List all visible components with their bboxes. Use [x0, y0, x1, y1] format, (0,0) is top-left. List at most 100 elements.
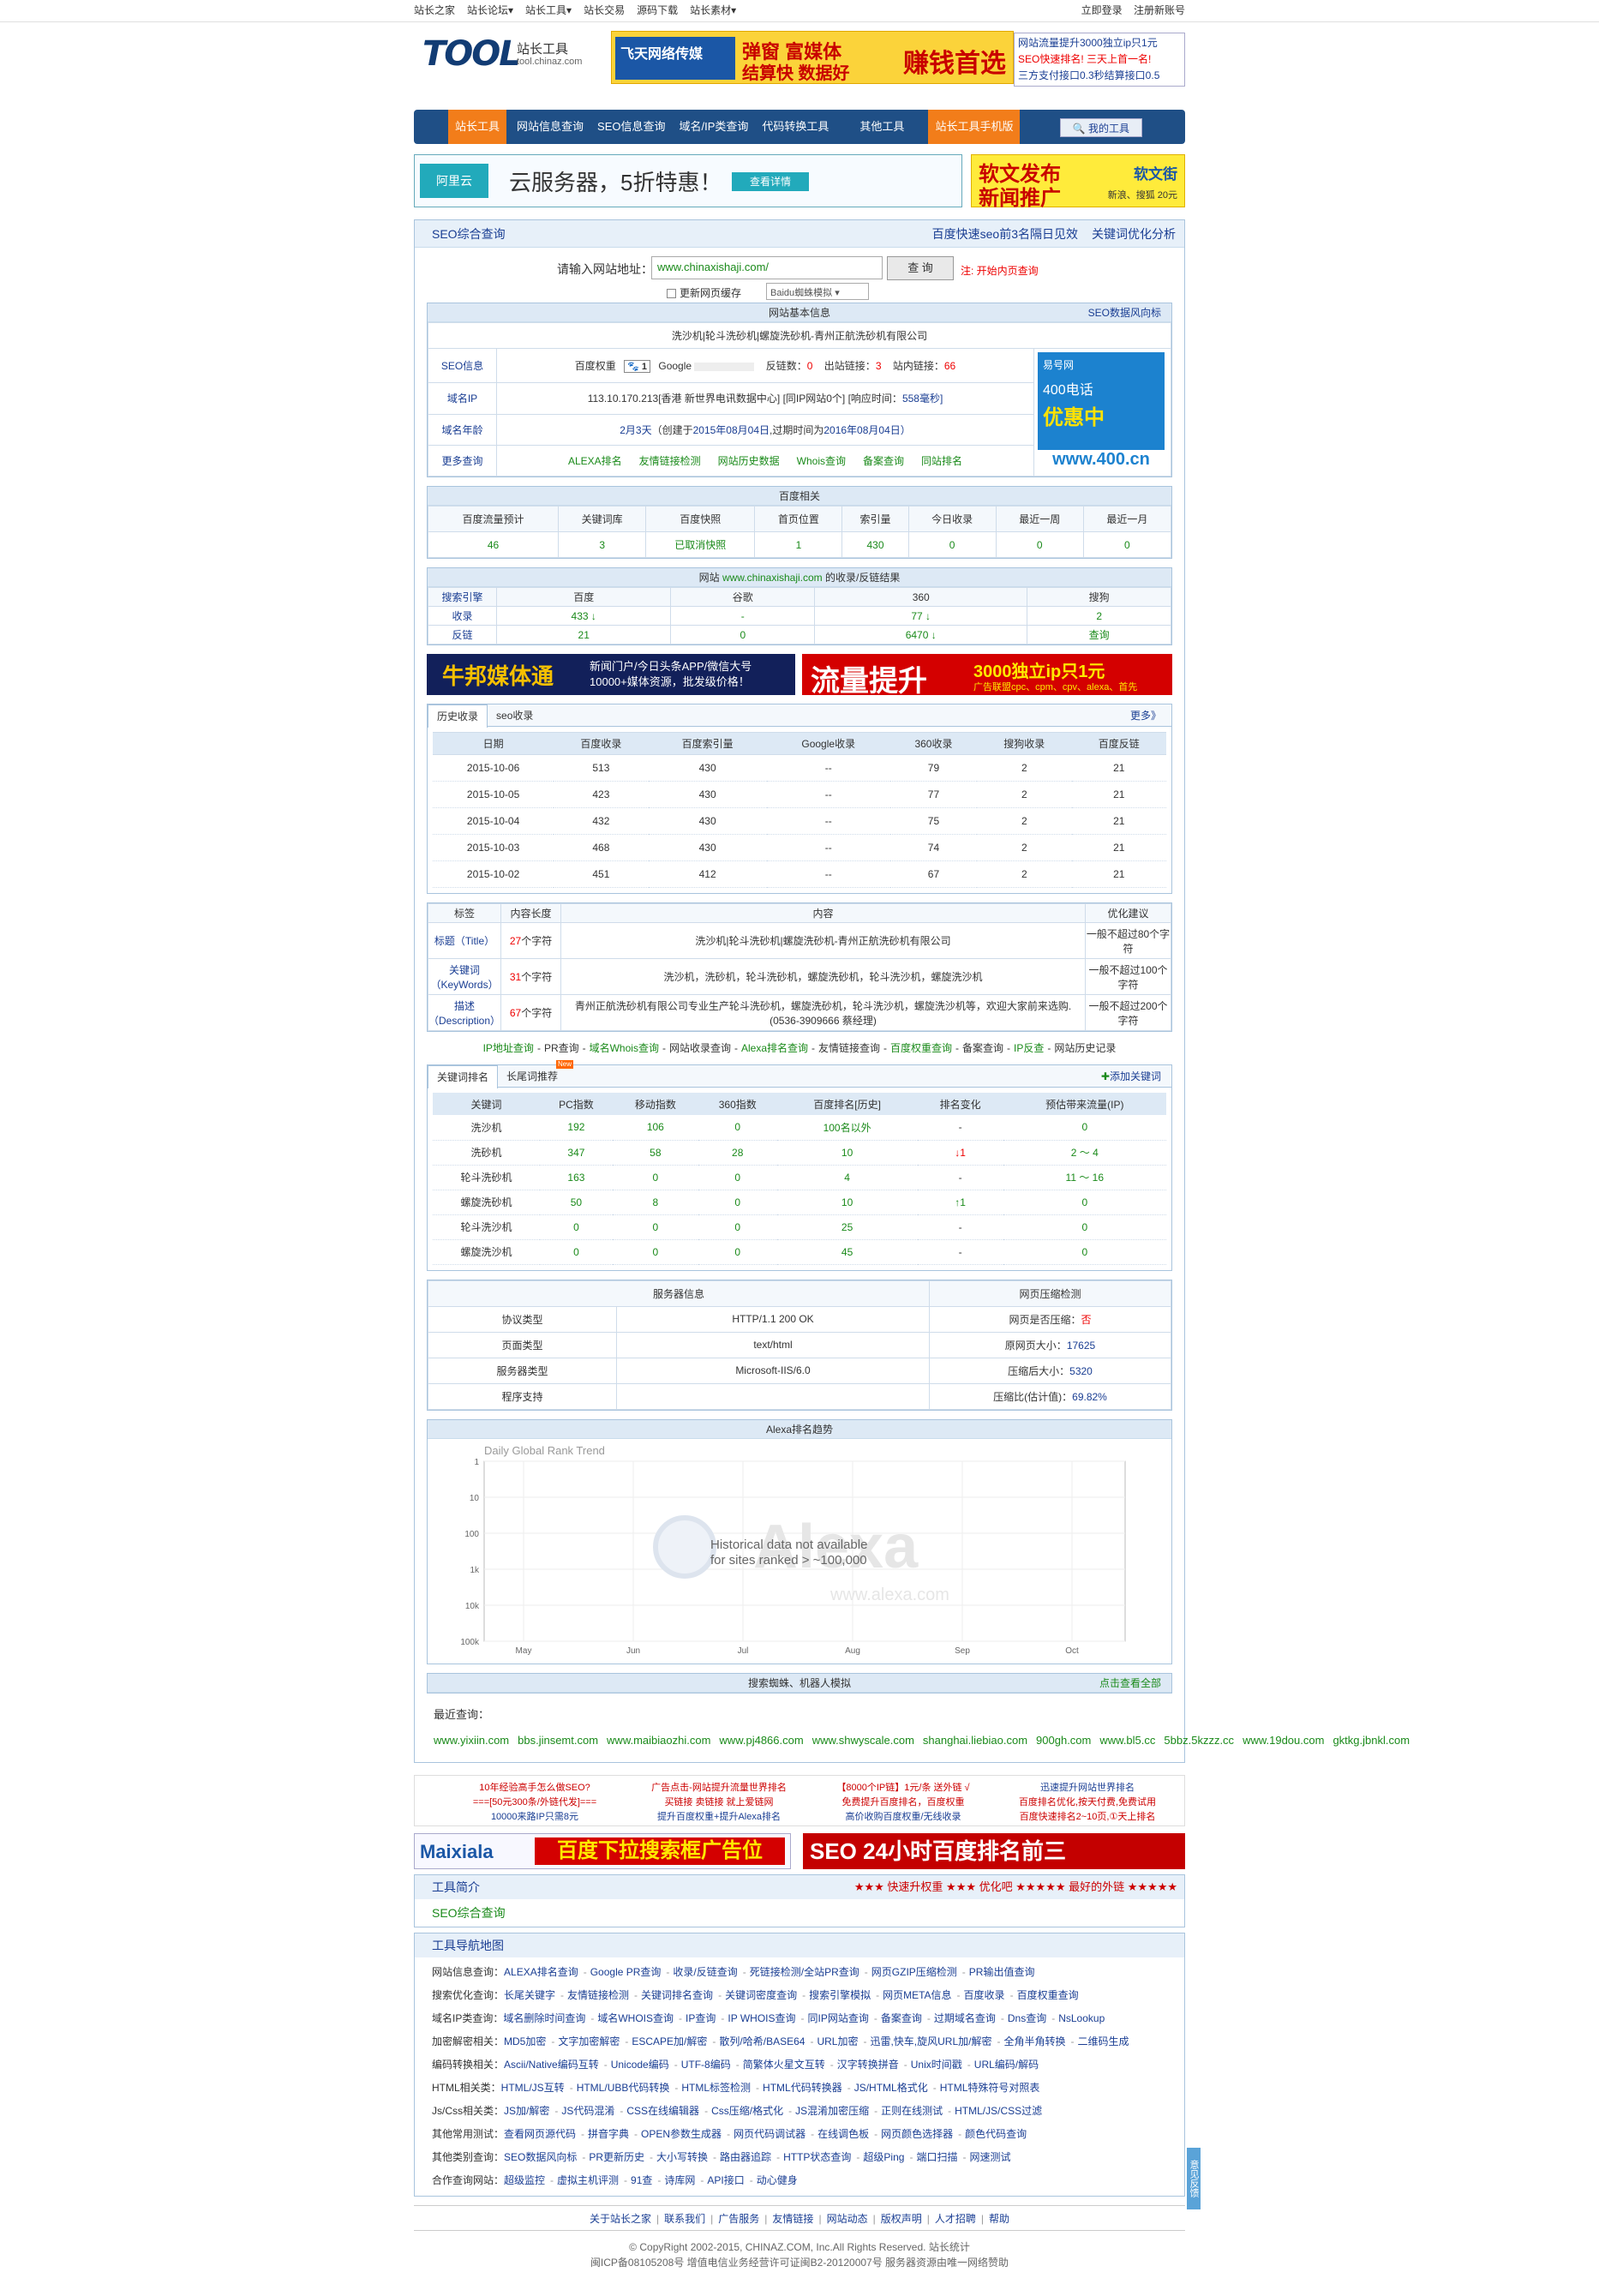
sitemap-link[interactable]: 二维码生成 [1078, 2035, 1129, 2047]
sitemap-link[interactable]: UTF-8编码 [681, 2059, 731, 2071]
sitemap-link[interactable]: 关键词密度查询 [725, 1989, 797, 2001]
site-logo[interactable]: TOOL 站长工具 tool.chinaz.com [422, 34, 594, 74]
top-link[interactable]: 站长之家 [414, 4, 455, 16]
nav-item[interactable]: 网站信息查询 [510, 110, 590, 144]
sitemap-link[interactable]: 域名WHOIS查询 [597, 2012, 674, 2024]
sitemap-link[interactable]: 端口扫描 [916, 2151, 957, 2163]
text-ad-link[interactable]: 提升百度权重+提升Alexa排名 [625, 1810, 813, 1825]
hot-link[interactable]: SEO快速排名! 三天上首一名! [1018, 51, 1181, 68]
sitemap-link[interactable]: 颜色代码查询 [965, 2128, 1027, 2140]
baidu-value[interactable]: 430 [841, 531, 909, 558]
footer-link[interactable]: 广告服务 [718, 2213, 759, 2225]
index-value[interactable]: 6470 ↓ [814, 625, 1028, 644]
sitemap-link[interactable]: 汉字转换拼音 [837, 2059, 899, 2071]
sitemap-link[interactable]: Css压缩/格式化 [711, 2105, 783, 2117]
sitemap-link[interactable]: 长尾关键字 [504, 1989, 555, 2001]
hot-link[interactable]: 网站流量提升3000独立ip只1元 [1018, 35, 1181, 51]
sitemap-link[interactable]: 搜索引擎模拟 [809, 1989, 871, 2001]
sitemap-link[interactable]: 诗库网 [664, 2174, 695, 2186]
nav-item[interactable]: 代码转换工具 [755, 110, 835, 144]
sitemap-link[interactable]: 网速测试 [969, 2151, 1010, 2163]
sitemap-link[interactable]: 备案查询 [881, 2012, 922, 2024]
sitemap-link[interactable]: 散列/哈希/BASE64 [719, 2035, 805, 2047]
tab-keyword-rank[interactable]: 关键词排名 [428, 1065, 499, 1088]
recent-query-link[interactable]: www.bl5.cc [1099, 1734, 1155, 1747]
top-link[interactable]: 源码下载 [637, 4, 678, 16]
sitemap-link[interactable]: IP查询 [686, 2012, 716, 2024]
quick-link[interactable]: 网站收录查询 [669, 1042, 731, 1054]
footer-link[interactable]: 网站动态 [827, 2213, 868, 2225]
quick-link[interactable]: 备案查询 [962, 1042, 1003, 1054]
sitemap-link[interactable]: OPEN参数生成器 [641, 2128, 722, 2140]
kw-value[interactable]: 10 [776, 1140, 918, 1166]
sitemap-link[interactable]: HTTP状态查询 [783, 2151, 851, 2163]
sitemap-link[interactable]: URL加密 [817, 2035, 858, 2047]
index-value[interactable]: 查询 [1027, 625, 1171, 644]
sitemap-link[interactable]: 友情链接检测 [567, 1989, 629, 2001]
recent-query-link[interactable]: www.shwyscale.com [812, 1734, 914, 1747]
keyword[interactable]: 轮斗洗沙机 [433, 1214, 541, 1240]
sitemap-link[interactable]: 百度收录 [964, 1989, 1005, 2001]
text-ad-link[interactable]: 百度快速排名2~10页,①天上排名 [993, 1810, 1182, 1825]
sitemap-link[interactable]: 超级Ping [863, 2151, 904, 2163]
hot-link[interactable]: 三方支付接口0.3秒结算接口0.5 [1018, 68, 1181, 84]
recent-query-link[interactable]: gktkg.jbnkl.com [1332, 1734, 1410, 1747]
ad-detail-button[interactable]: 查看详情 [732, 172, 809, 191]
query-button[interactable]: 查 询 [887, 256, 954, 280]
sitemap-link[interactable]: 超级监控 [504, 2174, 545, 2186]
top-link[interactable]: 站长素材▾ [690, 4, 736, 16]
keyword[interactable]: 轮斗洗砂机 [433, 1165, 541, 1190]
quick-link[interactable]: 域名Whois查询 [590, 1042, 659, 1054]
quick-link[interactable]: 友情链接查询 [818, 1042, 880, 1054]
tab-longtail[interactable]: 长尾词推荐 New [498, 1060, 574, 1088]
index-value[interactable]: 77 ↓ [814, 606, 1028, 626]
sitemap-link[interactable]: JS混淆加密压缩 [795, 2105, 869, 2117]
baidu-value[interactable]: 0 [1082, 531, 1172, 558]
baidu-value[interactable]: 46 [427, 531, 560, 558]
footer-link[interactable]: 帮助 [989, 2213, 1009, 2225]
quick-link[interactable]: 网站历史记录 [1054, 1042, 1116, 1054]
recent-query-link[interactable]: 5bbz.5kzzz.cc [1164, 1734, 1234, 1747]
niubang-ad[interactable]: 牛邦媒体通 新闻门户/今日头条APP/微信大号 10000+媒体资源，批发级价格！ [427, 654, 795, 695]
sitemap-link[interactable]: 文字加密解密 [558, 2035, 620, 2047]
sitemap-link[interactable]: Dns查询 [1008, 2012, 1046, 2024]
text-ad-link[interactable]: 免费提升百度排名，百度权重 [809, 1795, 997, 1810]
sitemap-link[interactable]: JS/HTML格式化 [854, 2082, 928, 2094]
kw-value[interactable]: 100名以外 [776, 1115, 918, 1141]
keyword[interactable]: 螺旋洗砂机 [433, 1190, 541, 1215]
sitemap-link[interactable]: PR更新历史 [589, 2151, 644, 2163]
sitemap-link[interactable]: 查看网页源代码 [504, 2128, 576, 2140]
text-ad-link[interactable]: 10年经验高手怎么做SEO? [440, 1781, 629, 1795]
recent-query-link[interactable]: www.19dou.com [1243, 1734, 1324, 1747]
recent-query-link[interactable]: 900gh.com [1036, 1734, 1091, 1747]
sitemap-link[interactable]: HTML标签检测 [681, 2082, 751, 2094]
index-value[interactable]: 2 [1027, 606, 1171, 626]
sitemap-link[interactable]: 在线调色板 [817, 2128, 869, 2140]
sitemap-link[interactable]: 网页META信息 [883, 1989, 951, 2001]
sitemap-link[interactable]: 网页颜色选择器 [881, 2128, 953, 2140]
sitemap-link[interactable]: Ascii/Native编码互转 [504, 2059, 599, 2071]
footer-link[interactable]: 人才招聘 [935, 2213, 976, 2225]
seo-ad[interactable]: SEO 24小时百度排名前三 [803, 1832, 1185, 1869]
sitemap-link[interactable]: 死链接检测/全站PR查询 [750, 1966, 859, 1978]
sitemap-link[interactable]: 关键词排名查询 [641, 1989, 713, 2001]
sitemap-link[interactable]: 百度权重查询 [1017, 1989, 1079, 2001]
promo-link[interactable]: 百度快速seo前3名隔日见效 [932, 227, 1078, 241]
sitemap-link[interactable]: ALEXA排名查询 [504, 1966, 578, 1978]
text-ad-link[interactable]: 广告点击-网站提升流量世界排名 [625, 1781, 813, 1795]
nav-item[interactable]: 站长工具 [448, 110, 507, 144]
cache-checkbox[interactable]: 更新网页缓存 [667, 285, 741, 300]
keyword[interactable]: 洗沙机 [433, 1115, 541, 1141]
sitemap-link[interactable]: IP WHOIS查询 [728, 2012, 795, 2024]
promo-link[interactable]: 关键词优化分析 [1092, 227, 1176, 241]
nav-item[interactable]: 其他工具 [853, 110, 911, 144]
bl-value[interactable]: 0 [807, 360, 813, 372]
sitemap-link[interactable]: 91查 [631, 2174, 652, 2186]
sitemap-link[interactable]: 同IP网站查询 [808, 2012, 869, 2024]
in-value[interactable]: 66 [944, 360, 955, 372]
sitemap-link[interactable]: HTML代码转换器 [763, 2082, 842, 2094]
intro-promo[interactable]: ★★★ 快速升权重 ★★★ 优化吧 ★★★★★ 最好的外链 ★★★★★ [854, 1875, 1177, 1899]
footer-link[interactable]: 版权声明 [881, 2213, 922, 2225]
more-link[interactable]: 点击查看全部 [1099, 1674, 1161, 1693]
sitemap-link[interactable]: HTML特殊符号对照表 [940, 2082, 1040, 2094]
